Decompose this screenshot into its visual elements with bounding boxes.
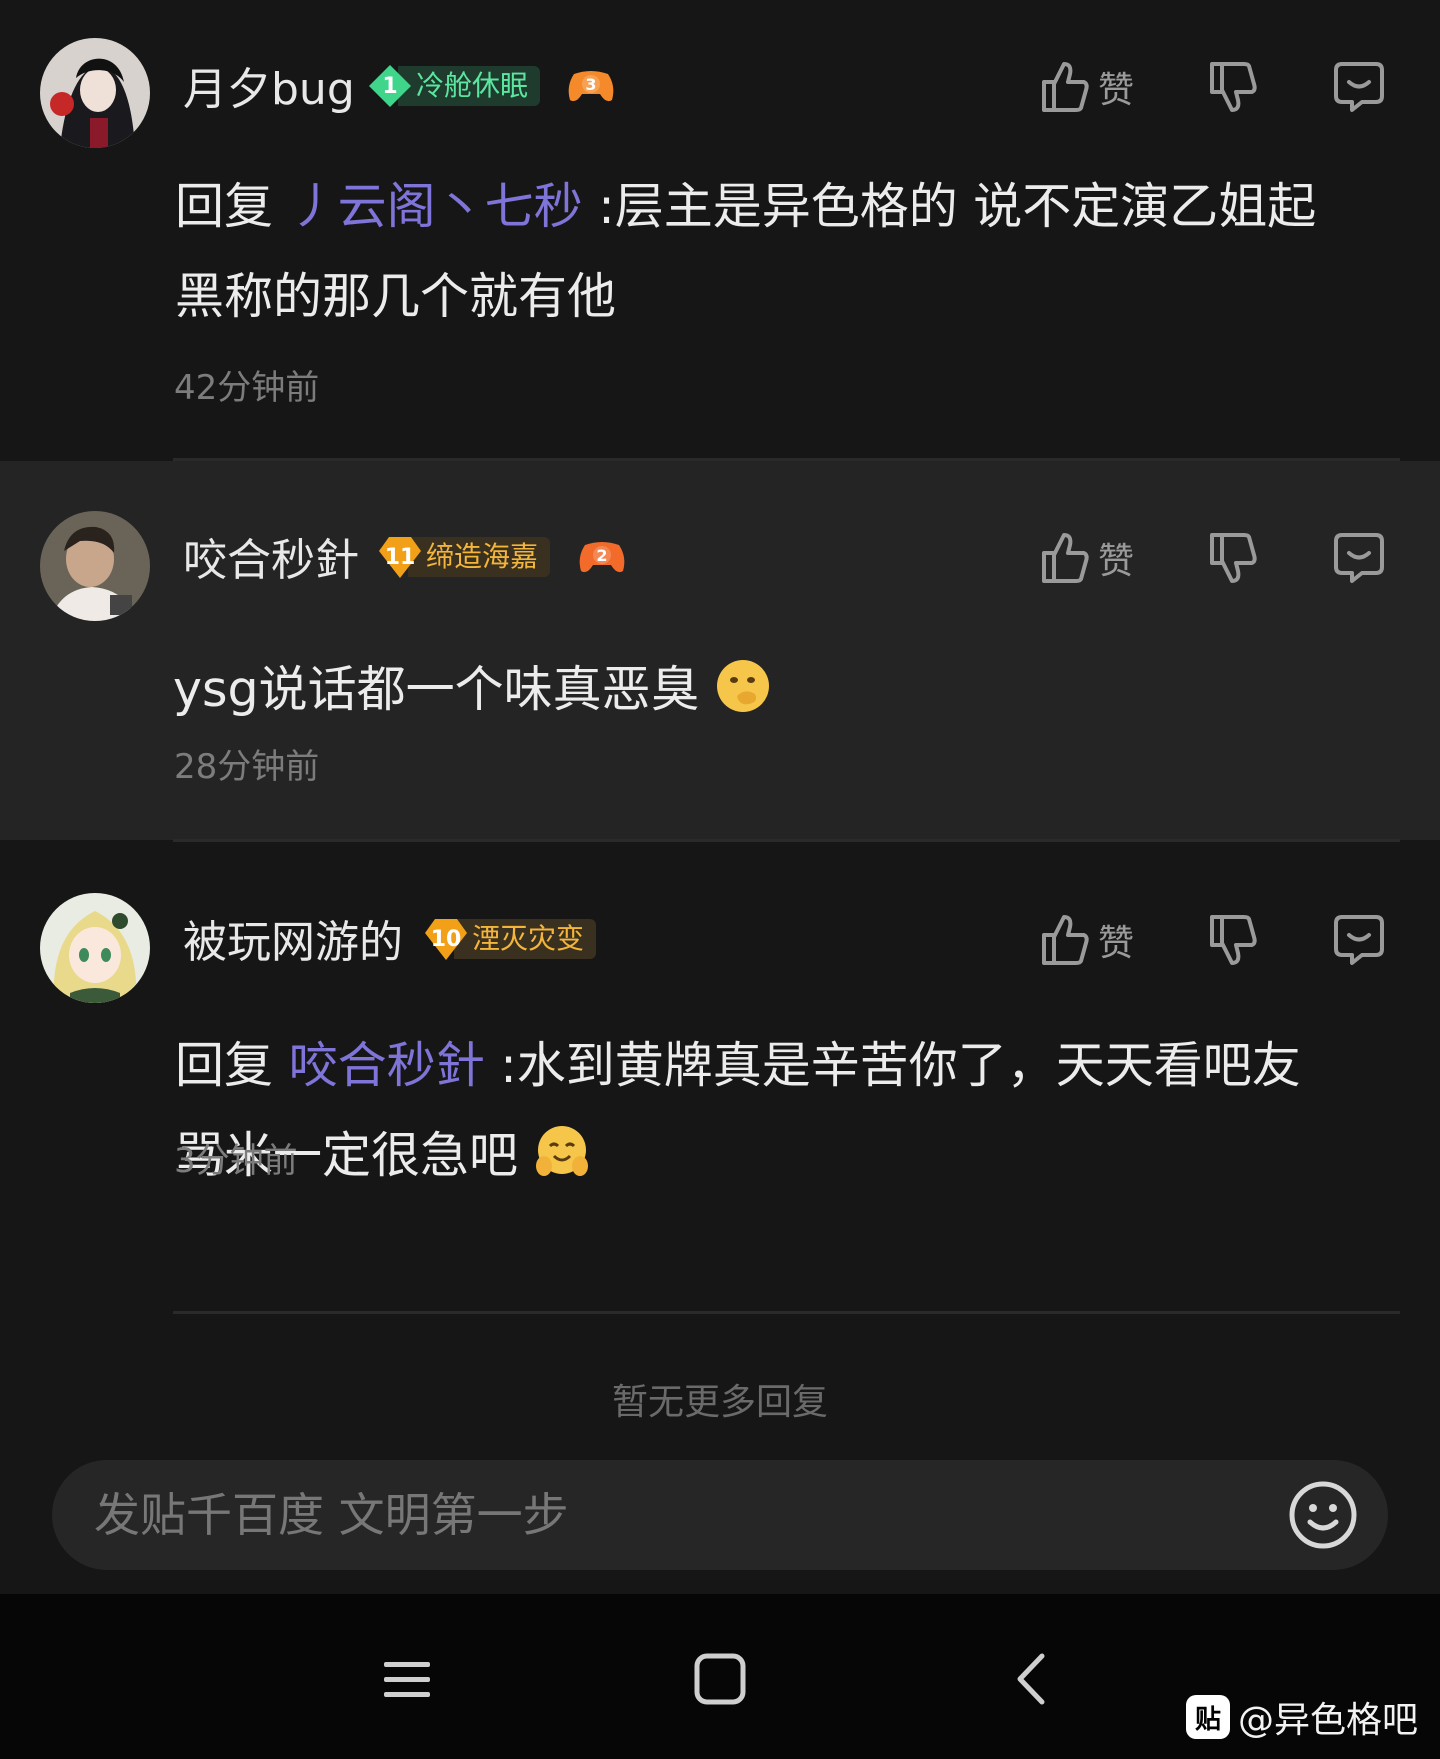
avatar[interactable] (40, 38, 150, 148)
home-button[interactable] (685, 1644, 755, 1714)
watermark-text: @异色格吧 (1237, 1700, 1418, 1741)
comment-item[interactable]: 被玩网游的 10 湮灭灾变 赞 回复 咬合秒針 :水到黄牌真是辛苦你了，天天看吧… (0, 843, 1440, 1313)
system-navigation-bar: 贴 @异色格吧 (0, 1594, 1440, 1759)
reply-input-bar (0, 1434, 1440, 1594)
level-badge: 11 缔造海嘉 (378, 535, 551, 579)
like-label: 赞 (1098, 541, 1135, 582)
comment-item[interactable]: 咬合秒針 11 缔造海嘉 2 赞 ysg说话都一个味真恶臭 28分钟前 (0, 461, 1440, 840)
gamepad-icon: 2 (577, 537, 627, 577)
reply-button[interactable] (1332, 913, 1386, 967)
thumbs-up-icon (1042, 62, 1089, 112)
level-title: 缔造海嘉 (408, 537, 551, 577)
reply-button[interactable] (1332, 60, 1386, 114)
level-number: 11 (378, 535, 422, 579)
comment-icon (1334, 533, 1384, 583)
like-label: 赞 (1098, 70, 1135, 111)
svg-text:2: 2 (596, 546, 607, 565)
dislike-button[interactable] (1208, 913, 1258, 967)
no-more-replies: 暂无更多回复 (611, 1382, 828, 1423)
smirk-emoji (717, 660, 770, 712)
comment-text: ysg说话都一个味真恶臭 (173, 645, 1380, 735)
thumbs-up-icon (1042, 915, 1089, 965)
menu-icon (384, 1662, 430, 1697)
divider (173, 839, 1400, 842)
level-number: 10 (424, 917, 468, 961)
avatar[interactable] (40, 511, 150, 621)
level-badge: 10 湮灭灾变 (424, 917, 597, 961)
level-number: 1 (368, 64, 412, 108)
thumbs-down-icon (1210, 915, 1257, 965)
like-button[interactable]: 赞 (1040, 531, 1134, 585)
svg-text:3: 3 (585, 75, 596, 94)
mention-link[interactable]: 咬合秒針 (289, 1037, 485, 1094)
username[interactable]: 咬合秒針 (183, 531, 359, 591)
username[interactable]: 被玩网游的 (183, 913, 403, 973)
thumbs-down-icon (1210, 62, 1257, 112)
comment-text: 回复 咬合秒針 :水到黄牌真是辛苦你了，天天看吧友 骂米一定很急吧 (175, 1037, 1301, 1184)
reply-button[interactable] (1332, 531, 1386, 585)
level-title: 湮灭灾变 (454, 919, 597, 959)
gamepad-icon: 3 (566, 66, 616, 106)
comment-icon (1334, 62, 1384, 112)
square-icon (694, 1653, 746, 1705)
comment-text: 回复 丿云阁丶七秒 :层主是异色格的 说不定演乙姐起 黑称的那几个就有他 (175, 178, 1317, 325)
username[interactable]: 月夕bug (183, 60, 355, 120)
watermark: 贴 @异色格吧 (1185, 1691, 1418, 1743)
like-button[interactable]: 赞 (1040, 913, 1134, 967)
hug-emoji (535, 1126, 588, 1176)
timestamp: 28分钟前 (174, 747, 320, 787)
smile-icon (1289, 1481, 1357, 1549)
chevron-left-icon (1017, 1653, 1045, 1705)
dislike-button[interactable] (1208, 531, 1258, 585)
like-button[interactable]: 赞 (1040, 60, 1134, 114)
avatar[interactable] (40, 893, 150, 1003)
emoji-button[interactable] (1288, 1480, 1358, 1550)
comment-item[interactable]: 月夕bug 1 冷舱休眠 3 赞 回复 丿云阁丶七秒 :层主是异色格的 说不定演… (0, 0, 1440, 458)
recent-apps-button[interactable] (372, 1644, 442, 1714)
thumbs-up-icon (1042, 533, 1089, 583)
back-button[interactable] (998, 1644, 1068, 1714)
timestamp: 3分钟前 (174, 1141, 298, 1181)
level-title: 冷舱休眠 (398, 66, 541, 106)
comment-icon (1334, 915, 1384, 965)
like-label: 赞 (1098, 923, 1135, 964)
thumbs-down-icon (1210, 533, 1257, 583)
reply-input-container[interactable] (52, 1460, 1388, 1570)
divider (173, 1311, 1400, 1314)
tieba-logo-icon: 贴 (1185, 1695, 1230, 1739)
timestamp: 42分钟前 (174, 368, 320, 408)
dislike-button[interactable] (1208, 60, 1258, 114)
reply-input[interactable] (92, 1487, 1196, 1543)
level-badge: 1 冷舱休眠 (368, 64, 541, 108)
mention-link[interactable]: 丿云阁丶七秒 (289, 178, 583, 235)
